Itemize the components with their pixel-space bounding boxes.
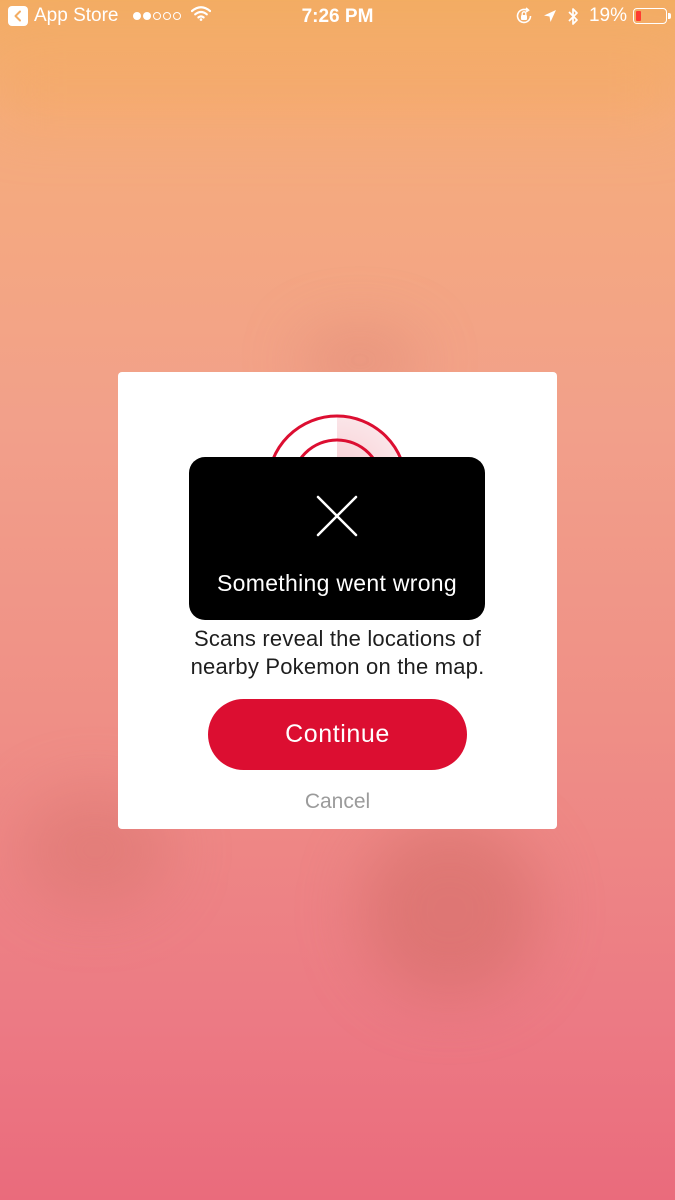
background-blur xyxy=(360,820,540,1000)
modal-description-text: Scans reveal the locations of nearby Pok… xyxy=(190,626,485,679)
cancel-button[interactable]: Cancel xyxy=(118,790,557,814)
modal-description: Scans reveal the locations of nearby Pok… xyxy=(118,625,557,681)
close-icon xyxy=(316,495,358,537)
error-toast: Something went wrong xyxy=(189,457,485,620)
bluetooth-icon xyxy=(567,7,579,26)
location-arrow-icon xyxy=(543,9,557,23)
continue-button[interactable]: Continue xyxy=(208,699,467,770)
rotation-lock-icon xyxy=(515,7,533,25)
battery-percent: 19% xyxy=(588,5,627,26)
app-screen: { "status_bar": { "back_app": "App Store… xyxy=(0,0,675,1200)
status-bar-right: 19% xyxy=(505,5,671,27)
status-bar: App Store 7:26 PM 19% xyxy=(0,0,675,34)
background-blur xyxy=(0,60,675,120)
battery-level xyxy=(636,11,641,21)
toast-message: Something went wrong xyxy=(217,570,457,596)
battery-icon xyxy=(633,8,671,24)
